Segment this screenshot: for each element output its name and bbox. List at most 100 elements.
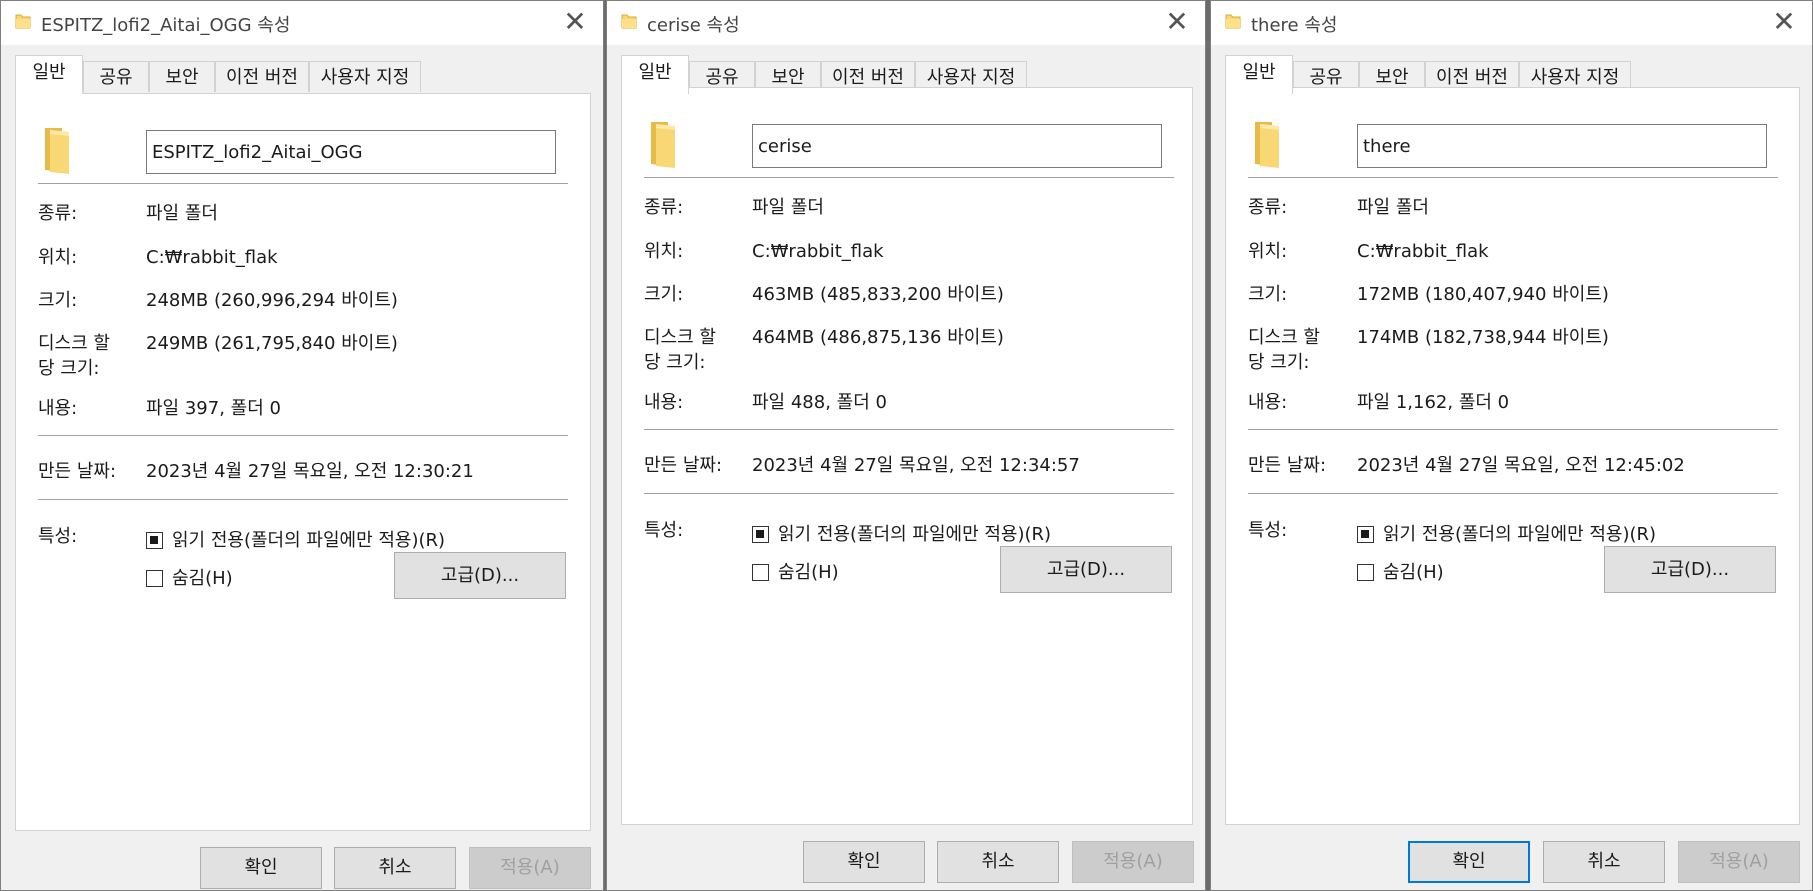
separator	[38, 499, 568, 500]
folder-icon	[621, 14, 637, 29]
location-value: C:₩rabbit_flak	[1357, 241, 1489, 262]
location-value: C:₩rabbit_flak	[146, 247, 278, 268]
hidden-checkbox[interactable]	[752, 564, 769, 581]
close-icon: ✕	[1165, 5, 1189, 38]
type-label: 종류:	[1248, 197, 1288, 218]
apply-button[interactable]: 적용(A)	[1072, 841, 1194, 883]
type-value: 파일 폴더	[146, 203, 218, 224]
tab-general[interactable]: 일반	[15, 55, 83, 94]
readonly-checkbox[interactable]	[1357, 526, 1374, 543]
disk-size-label-cont: 당 크기:	[38, 358, 100, 379]
contents-label: 내용:	[1248, 392, 1288, 413]
created-label: 만든 날짜:	[38, 461, 117, 482]
properties-dialog-3: there 속성 ✕ 일반 공유 보안 이전 버전 사용자 지정 종류: 파일 …	[1210, 0, 1813, 891]
size-label: 크기:	[644, 284, 684, 305]
properties-dialog-1: ESPITZ_lofi2_Aitai_OGG 속성 ✕ 일반 공유 보안 이전 …	[0, 0, 604, 891]
attributes-label: 특성:	[38, 526, 78, 547]
readonly-label[interactable]: 읽기 전용(폴더의 파일에만 적용)(R)	[778, 522, 1051, 547]
close-button[interactable]: ✕	[555, 5, 595, 39]
created-value: 2023년 4월 27일 목요일, 오전 12:45:02	[1357, 455, 1685, 476]
readonly-label[interactable]: 읽기 전용(폴더의 파일에만 적용)(R)	[1383, 522, 1656, 547]
title-bar[interactable]: there 속성 ✕	[1211, 1, 1812, 45]
advanced-button[interactable]: 고급(D)...	[1604, 546, 1776, 593]
indeterminate-mark	[756, 530, 764, 538]
disk-size-label: 디스크 할	[644, 327, 716, 348]
hidden-label[interactable]: 숨김(H)	[1383, 560, 1444, 585]
folder-icon-large	[651, 122, 675, 168]
properties-dialog-2: cerise 속성 ✕ 일반 공유 보안 이전 버전 사용자 지정 종류: 파일…	[606, 0, 1206, 891]
contents-value: 파일 488, 폴더 0	[752, 392, 887, 413]
attributes-label: 특성:	[1248, 520, 1288, 541]
tab-previous-versions[interactable]: 이전 버전	[215, 61, 309, 92]
cancel-button[interactable]: 취소	[937, 841, 1059, 883]
separator	[1248, 177, 1778, 178]
readonly-label[interactable]: 읽기 전용(폴더의 파일에만 적용)(R)	[172, 528, 445, 553]
created-label: 만든 날짜:	[644, 455, 723, 476]
cancel-button[interactable]: 취소	[334, 847, 456, 889]
hidden-checkbox[interactable]	[1357, 564, 1374, 581]
created-label: 만든 날짜:	[1248, 455, 1327, 476]
hidden-checkbox[interactable]	[146, 570, 163, 587]
type-label: 종류:	[38, 203, 78, 224]
general-panel: 종류: 파일 폴더 위치: C:₩rabbit_flak 크기: 172MB (…	[1225, 87, 1800, 825]
disk-size-value: 249MB (261,795,840 바이트)	[146, 333, 398, 354]
separator	[1248, 493, 1778, 494]
contents-value: 파일 397, 폴더 0	[146, 398, 281, 419]
location-label: 위치:	[1248, 241, 1288, 262]
tab-security[interactable]: 보안	[149, 61, 215, 92]
folder-name-input[interactable]	[1357, 124, 1767, 168]
cancel-button[interactable]: 취소	[1543, 841, 1665, 883]
location-label: 위치:	[644, 241, 684, 262]
contents-label: 내용:	[644, 392, 684, 413]
ok-button[interactable]: 확인	[1408, 841, 1530, 883]
type-label: 종류:	[644, 197, 684, 218]
location-value: C:₩rabbit_flak	[752, 241, 884, 262]
contents-value: 파일 1,162, 폴더 0	[1357, 392, 1510, 413]
disk-size-label-cont: 당 크기:	[1248, 352, 1310, 373]
tab-general[interactable]: 일반	[621, 55, 689, 94]
location-label: 위치:	[38, 247, 78, 268]
close-button[interactable]: ✕	[1157, 5, 1197, 39]
size-label: 크기:	[38, 290, 78, 311]
ok-button[interactable]: 확인	[803, 841, 925, 883]
window-title: ESPITZ_lofi2_Aitai_OGG 속성	[41, 15, 291, 36]
size-label: 크기:	[1248, 284, 1288, 305]
window-title: there 속성	[1251, 15, 1338, 36]
type-value: 파일 폴더	[752, 197, 824, 218]
folder-name-input[interactable]	[752, 124, 1162, 168]
folder-icon-large	[45, 128, 69, 174]
folder-icon-large	[1255, 122, 1279, 168]
separator	[38, 435, 568, 436]
disk-size-label: 디스크 할	[38, 333, 110, 354]
type-value: 파일 폴더	[1357, 197, 1429, 218]
disk-size-label: 디스크 할	[1248, 327, 1320, 348]
indeterminate-mark	[1361, 530, 1369, 538]
size-value: 248MB (260,996,294 바이트)	[146, 290, 398, 311]
tab-customize[interactable]: 사용자 지정	[309, 61, 421, 92]
hidden-label[interactable]: 숨김(H)	[172, 566, 233, 591]
advanced-button[interactable]: 고급(D)...	[1000, 546, 1172, 593]
tab-sharing[interactable]: 공유	[83, 61, 149, 92]
readonly-checkbox[interactable]	[146, 532, 163, 549]
apply-button[interactable]: 적용(A)	[469, 847, 591, 889]
title-bar[interactable]: cerise 속성 ✕	[607, 1, 1205, 45]
separator	[644, 429, 1174, 430]
tab-general[interactable]: 일반	[1225, 55, 1293, 94]
close-icon: ✕	[1772, 5, 1796, 38]
advanced-button[interactable]: 고급(D)...	[394, 552, 566, 599]
readonly-checkbox[interactable]	[752, 526, 769, 543]
hidden-label[interactable]: 숨김(H)	[778, 560, 839, 585]
contents-label: 내용:	[38, 398, 78, 419]
close-icon: ✕	[563, 5, 587, 38]
separator	[644, 493, 1174, 494]
title-bar[interactable]: ESPITZ_lofi2_Aitai_OGG 속성 ✕	[1, 1, 603, 45]
apply-button[interactable]: 적용(A)	[1678, 841, 1800, 883]
close-button[interactable]: ✕	[1764, 5, 1804, 39]
ok-button[interactable]: 확인	[200, 847, 322, 889]
folder-icon	[1225, 14, 1241, 29]
created-value: 2023년 4월 27일 목요일, 오전 12:30:21	[146, 461, 474, 482]
disk-size-value: 464MB (486,875,136 바이트)	[752, 327, 1004, 348]
folder-name-input[interactable]	[146, 130, 556, 174]
disk-size-value: 174MB (182,738,944 바이트)	[1357, 327, 1609, 348]
separator	[1248, 429, 1778, 430]
